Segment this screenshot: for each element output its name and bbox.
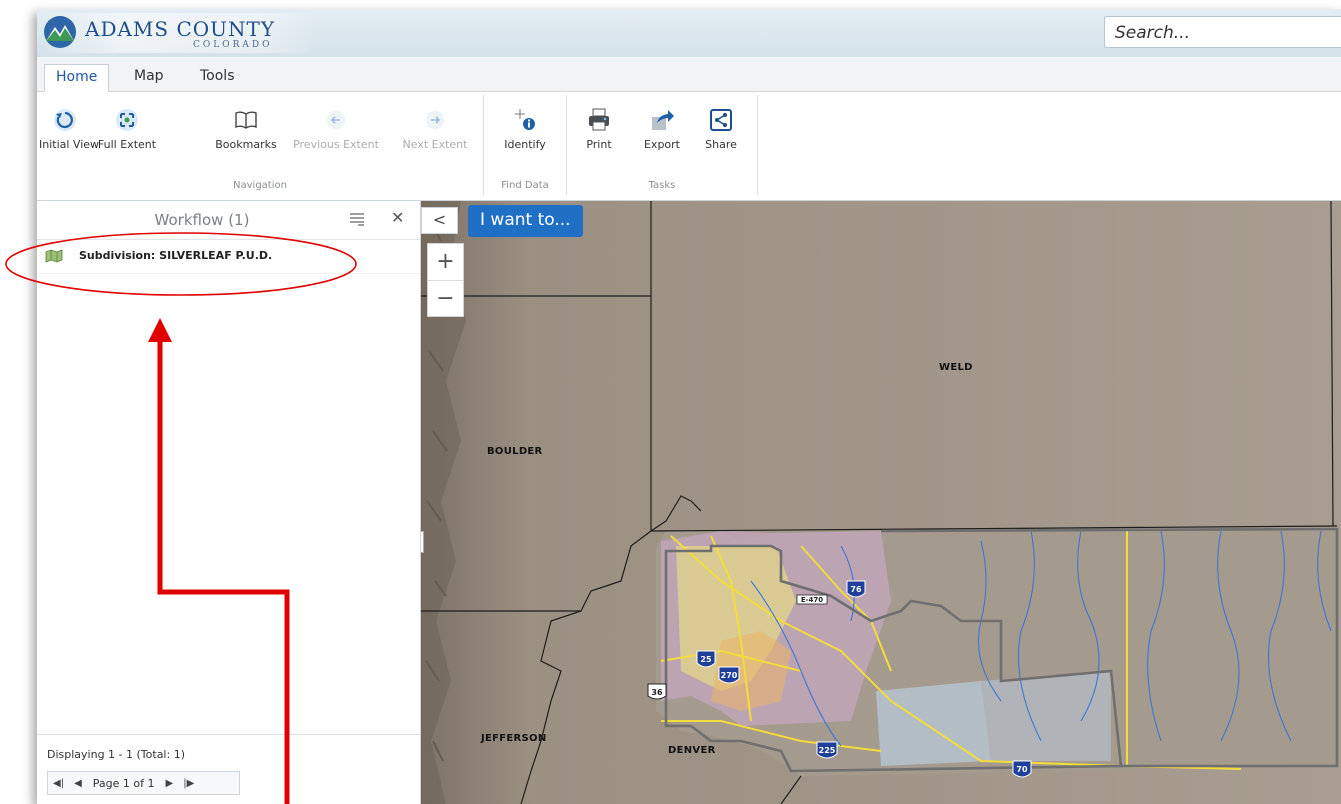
next-page-icon[interactable]: ▶ [161, 778, 179, 789]
interstate-225-shield: 225 [816, 741, 838, 759]
print-button[interactable]: Print [579, 107, 619, 159]
i70-text: 70 [1016, 765, 1028, 774]
identify-button[interactable]: Identify [496, 107, 554, 159]
map-canvas: 76 25 270 225 70 36 E-470 [421, 201, 1341, 804]
search-input[interactable] [1113, 18, 1317, 48]
next-extent-button[interactable]: Next Extent [399, 107, 471, 159]
export-label: Export [643, 138, 680, 151]
workflow-panel: Workflow (1) ✕ Subdivision: SILVERLEAF P… [37, 201, 421, 804]
zoom-out-button[interactable]: − [428, 280, 463, 317]
map-view[interactable]: 76 25 270 225 70 36 E-470 < I want to...… [421, 201, 1341, 804]
interstate-25-shield: 25 [696, 650, 716, 668]
next-extent-label: Next Extent [402, 138, 468, 151]
us36-text: 36 [651, 688, 663, 697]
e470-text: E-470 [801, 596, 823, 604]
identify-label: Identify [504, 138, 546, 151]
i25-text: 25 [700, 655, 712, 664]
result-label: Subdivision: SILVERLEAF P.U.D. [79, 249, 273, 262]
book-icon [235, 111, 257, 129]
export-button[interactable]: Export [639, 107, 685, 159]
page-indicator: Page 1 of 1 [92, 776, 155, 790]
bookmarks-button[interactable]: Bookmarks [213, 107, 279, 159]
subdivision-map-icon [45, 249, 63, 263]
mountain-logo-icon [44, 16, 76, 48]
full-extent-label: Full Extent [97, 138, 157, 151]
app-header: ADAMS COUNTY COLORADO [37, 9, 1341, 57]
results-count: Displaying 1 - 1 (Total: 1) [47, 748, 185, 761]
panel-header: Workflow (1) ✕ [37, 201, 420, 240]
interstate-70-shield: 70 [1012, 760, 1032, 778]
panel-footer: Displaying 1 - 1 (Total: 1) ◀| ◀ Page 1 … [37, 734, 420, 804]
arrow-right-icon [426, 111, 444, 129]
search-box [1104, 16, 1341, 48]
tab-tools[interactable]: Tools [189, 64, 246, 91]
initial-view-button[interactable]: Initial View [39, 107, 100, 159]
county-label-jefferson: JEFFERSON [481, 733, 547, 744]
bookmarks-label: Bookmarks [215, 138, 277, 151]
initial-view-icon [54, 109, 76, 131]
share-icon [710, 109, 732, 131]
identify-icon [515, 109, 535, 130]
county-label-boulder: BOULDER [487, 446, 543, 457]
share-button[interactable]: Share [701, 107, 741, 159]
county-logo[interactable]: ADAMS COUNTY COLORADO [43, 13, 315, 53]
tasks-group-label: Tasks [648, 180, 676, 191]
panel-splitter-handle[interactable] [421, 531, 424, 553]
first-page-icon[interactable]: ◀| [48, 778, 69, 789]
print-label: Print [586, 138, 612, 151]
i-want-to-button[interactable]: I want to... [468, 205, 583, 237]
i270-text: 270 [721, 671, 738, 680]
menu-icon[interactable] [349, 211, 365, 227]
navigation-group: Initial View Full Extent Bookmarks Previ… [37, 95, 484, 195]
tab-map[interactable]: Map [123, 64, 175, 91]
full-extent-button[interactable]: Full Extent [97, 107, 157, 159]
full-extent-icon [116, 109, 138, 131]
zoom-control: + − [427, 243, 464, 317]
pager: ◀| ◀ Page 1 of 1 ▶ |▶ [47, 771, 240, 795]
initial-view-label: Initial View [39, 138, 100, 151]
tasks-group: Print Export Share Tasks [567, 95, 758, 195]
previous-page-icon[interactable]: ◀ [69, 778, 87, 789]
ribbon-tabs: Home Map Tools [37, 57, 1341, 92]
previous-extent-label: Previous Extent [293, 138, 379, 151]
panel-title: Workflow (1) [154, 211, 250, 229]
logo-title: ADAMS COUNTY [85, 17, 276, 41]
e470-shield: E-470 [796, 594, 828, 605]
export-icon [652, 110, 674, 130]
navigation-group-label: Navigation [233, 180, 287, 191]
last-page-icon[interactable]: |▶ [178, 778, 199, 789]
app-window: ADAMS COUNTY COLORADO Home Map Tools Ini… [37, 9, 1341, 804]
i225-text: 225 [819, 746, 836, 755]
tab-home[interactable]: Home [44, 64, 110, 92]
printer-icon [589, 108, 609, 131]
logo-subtitle: COLORADO [193, 40, 273, 50]
adams-county-region [656, 531, 1337, 776]
us-36-shield: 36 [647, 683, 667, 700]
i76-text: 76 [850, 585, 862, 594]
collapse-panel-button[interactable]: < [421, 207, 458, 234]
ribbon-toolbar: Initial View Full Extent Bookmarks Previ… [37, 92, 1341, 201]
county-label-weld: WELD [939, 362, 973, 373]
close-icon[interactable]: ✕ [391, 208, 404, 227]
share-label: Share [705, 138, 737, 151]
find-data-group: Identify Find Data [484, 95, 567, 195]
interstate-76-shield: 76 [846, 580, 866, 598]
interstate-270-shield: 270 [718, 666, 740, 684]
arrow-left-icon [327, 111, 345, 129]
list-item[interactable]: Subdivision: SILVERLEAF P.U.D. [37, 239, 420, 274]
county-label-denver: DENVER [668, 745, 716, 756]
zoom-in-button[interactable]: + [428, 244, 463, 280]
find-data-group-label: Find Data [501, 180, 549, 191]
previous-extent-button[interactable]: Previous Extent [293, 107, 379, 159]
